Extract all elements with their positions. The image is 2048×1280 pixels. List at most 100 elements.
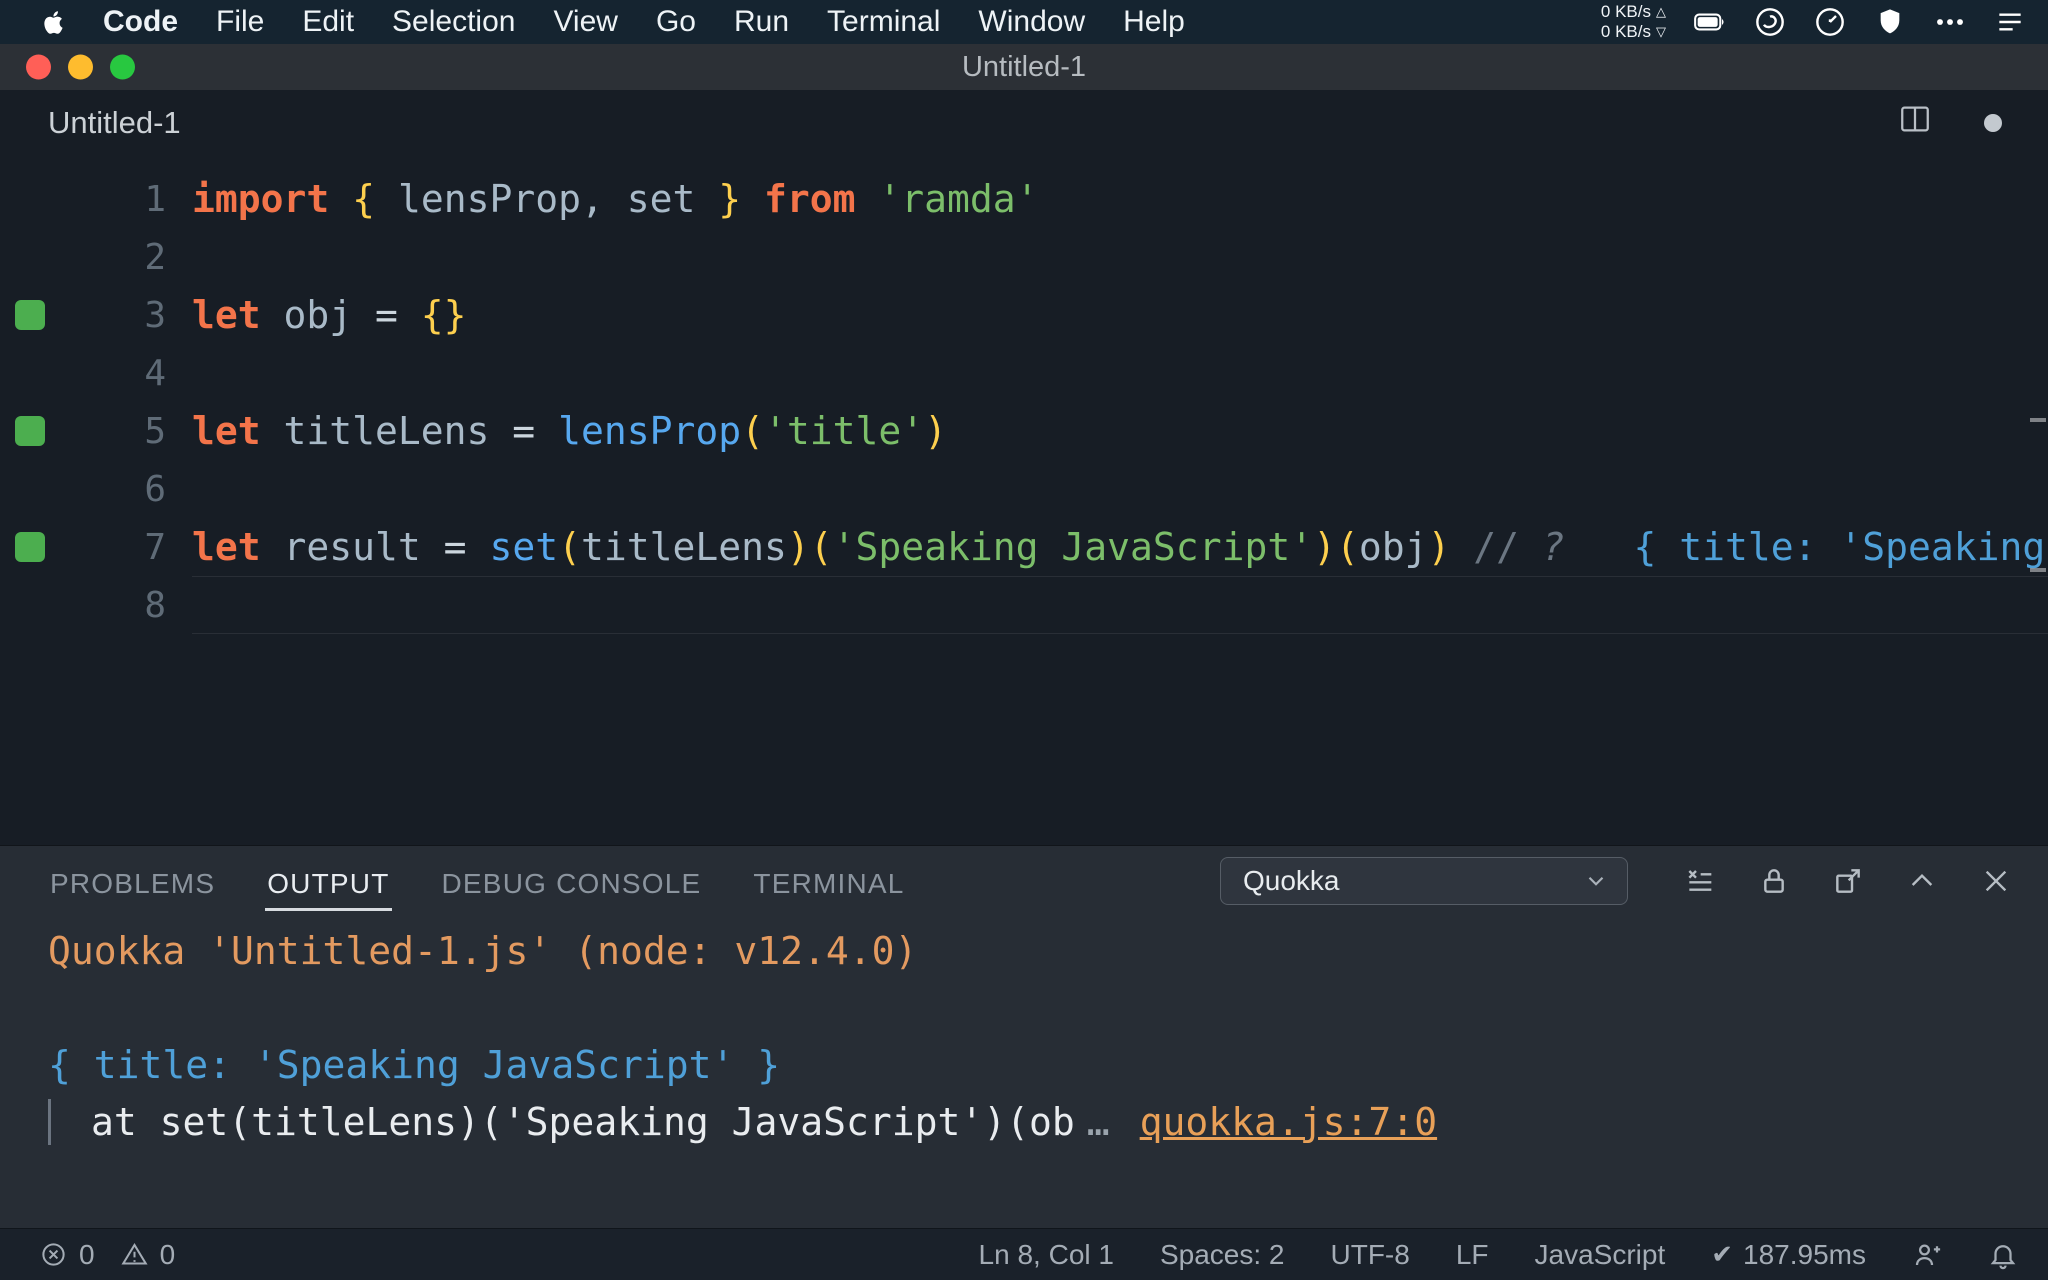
code-line-4[interactable]: 4 — [0, 344, 2048, 402]
code-line-7[interactable]: 7 let result = set(titleLens)('Speaking J… — [0, 518, 2048, 576]
close-window-button[interactable] — [26, 54, 51, 80]
network-speed-indicator[interactable]: 0 KB/s △ 0 KB/s ▽ — [1601, 2, 1666, 42]
overview-ruler-mark — [2030, 418, 2046, 422]
menu-items: Code File Edit Selection View Go Run Terminal Wi… — [103, 5, 1185, 39]
network-up-row: 0 KB/s △ — [1601, 2, 1666, 22]
line-number: 3 — [144, 294, 166, 336]
code-line-3[interactable]: 3 let obj = {} — [0, 286, 2048, 344]
window-title-bar[interactable]: Untitled-1 — [0, 44, 2048, 90]
check-icon: ✔ — [1711, 1239, 1734, 1269]
bell-icon[interactable] — [1988, 1240, 2018, 1270]
network-up-speed: 0 KB/s — [1600, 2, 1651, 21]
menu-item-go[interactable]: Go — [656, 5, 696, 39]
token-brace: {} — [420, 293, 467, 337]
token-brace: ( — [741, 409, 764, 453]
editor-title-bar: Untitled-1 — [0, 90, 2048, 156]
token-brace: ( — [558, 525, 581, 569]
menu-item-selection[interactable]: Selection — [392, 5, 515, 39]
token-op: = — [352, 293, 421, 337]
stack-location-link[interactable]: quokka.js:7:0 — [1140, 1100, 1437, 1144]
upload-arrow-icon: △ — [1656, 4, 1666, 19]
menu-item-run[interactable]: Run — [734, 5, 789, 39]
token-brace: ) — [924, 409, 948, 453]
panel-header: PROBLEMS OUTPUT DEBUG CONSOLE TERMINAL Quok… — [0, 846, 2048, 916]
maximize-panel-icon[interactable] — [1906, 865, 1938, 897]
warning-icon — [121, 1242, 148, 1265]
token-func: set — [489, 525, 559, 569]
output-channel-value: Quokka — [1243, 865, 1340, 896]
code-line-6[interactable]: 6 — [0, 460, 2048, 518]
token-keyword: let — [192, 409, 261, 453]
battery-icon[interactable] — [1694, 6, 1726, 38]
editor-actions — [1898, 102, 2002, 144]
apple-menu[interactable] — [40, 9, 67, 36]
encoding[interactable]: UTF-8 — [1331, 1239, 1410, 1271]
network-down-row: 0 KB/s ▽ — [1601, 22, 1666, 42]
code-line-2[interactable]: 2 — [0, 228, 2048, 286]
line-number: 1 — [144, 178, 166, 220]
eol-indicator[interactable]: LF — [1456, 1239, 1489, 1271]
chevron-down-icon — [1583, 868, 1609, 894]
menu-item-terminal[interactable]: Terminal — [827, 5, 940, 39]
token-string: 'title' — [763, 409, 925, 453]
clock-icon[interactable] — [1814, 6, 1846, 38]
quokka-status[interactable]: ✔ 187.95ms — [1711, 1239, 1866, 1271]
unsaved-indicator-dot[interactable] — [1984, 114, 2002, 132]
split-editor-icon[interactable] — [1898, 102, 1932, 144]
token-string: 'Speaking JavaScript' — [832, 525, 1314, 569]
line-content: let result = set(titleLens)('Speaking Ja… — [192, 525, 2048, 569]
cursor-position[interactable]: Ln 8, Col 1 — [979, 1239, 1114, 1271]
code-lines: 1 import { lensProp, set } from 'ramda' 2 3… — [0, 170, 2048, 845]
menu-item-help[interactable]: Help — [1123, 5, 1185, 39]
close-panel-icon[interactable] — [1980, 865, 2012, 897]
menu-item-view[interactable]: View — [553, 5, 617, 39]
stack-text: at set(titleLens)('Speaking JavaScript')… — [91, 1099, 1075, 1144]
line-number: 8 — [144, 584, 166, 626]
list-icon[interactable] — [1994, 6, 2026, 38]
minimize-window-button[interactable] — [68, 54, 93, 80]
lock-scroll-icon[interactable] — [1758, 865, 1790, 897]
panel-tab-problems[interactable]: PROBLEMS — [48, 852, 217, 911]
token-keyword: let — [192, 525, 261, 569]
ellipsis-icon[interactable] — [1934, 6, 1966, 38]
line-number: 6 — [144, 468, 166, 510]
panel-tab-terminal[interactable]: TERMINAL — [751, 852, 906, 911]
token-ident: obj — [1358, 525, 1428, 569]
menu-item-file[interactable]: File — [216, 5, 264, 39]
token-brace: )( — [1313, 525, 1359, 569]
stack-ellipsis: … — [1086, 1099, 1110, 1144]
panel-tab-output[interactable]: OUTPUT — [265, 852, 392, 911]
code-line-8[interactable]: 8 — [0, 576, 2048, 634]
output-header-line: Quokka 'Untitled-1.js' (node: v12.4.0) — [48, 928, 918, 973]
error-icon — [42, 1243, 65, 1266]
code-line-1[interactable]: 1 import { lensProp, set } from 'ramda' — [0, 170, 2048, 228]
feedback-icon[interactable] — [1912, 1240, 1942, 1270]
traffic-lights — [26, 54, 135, 80]
menu-item-edit[interactable]: Edit — [302, 5, 354, 39]
zoom-window-button[interactable] — [110, 54, 135, 80]
window-title: Untitled-1 — [961, 50, 1087, 83]
language-mode[interactable]: JavaScript — [1535, 1239, 1666, 1271]
editor-title: Untitled-1 — [48, 105, 181, 140]
download-arrow-icon: ▽ — [1656, 24, 1666, 39]
open-in-editor-icon[interactable] — [1832, 865, 1864, 897]
swirl-icon[interactable] — [1754, 6, 1786, 38]
menu-item-code[interactable]: Code — [103, 5, 178, 39]
menu-item-window[interactable]: Window — [978, 5, 1085, 39]
indentation[interactable]: Spaces: 2 — [1160, 1239, 1285, 1271]
problems-indicator[interactable]: 0 0 — [40, 1239, 175, 1271]
line-number: 7 — [144, 526, 166, 568]
token-func: lensProp — [558, 409, 742, 453]
output-channel-select[interactable]: Quokka — [1220, 857, 1628, 905]
line-content: import { lensProp, set } from 'ramda' — [192, 177, 1039, 221]
clear-output-icon[interactable] — [1684, 865, 1716, 897]
line-content: let titleLens = lensProp('title') — [192, 409, 947, 453]
panel-tab-debug-console[interactable]: DEBUG CONSOLE — [440, 852, 704, 911]
shield-icon[interactable] — [1874, 6, 1906, 38]
panel-tabs: PROBLEMS OUTPUT DEBUG CONSOLE TERMINAL — [48, 852, 907, 911]
apple-icon — [44, 10, 63, 34]
code-line-5[interactable]: 5 let titleLens = lensProp('title') — [0, 402, 2048, 460]
